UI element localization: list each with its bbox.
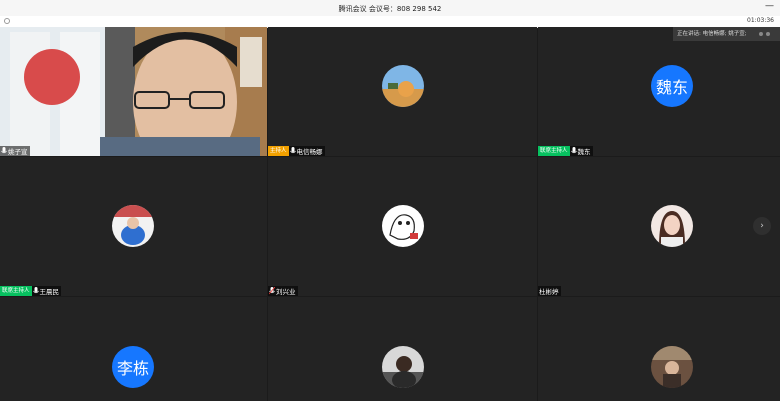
speaking-indicator-text: 正在讲话: 电信畅娜; 姚子宣; bbox=[677, 31, 747, 37]
participant-name: 刘兴业 bbox=[276, 288, 296, 296]
minimize-button[interactable]: — bbox=[765, 1, 774, 11]
network-status-icon[interactable] bbox=[4, 18, 10, 24]
participant-avatar bbox=[651, 205, 693, 247]
meeting-timer: 01:03:36 bbox=[747, 17, 774, 24]
participant-tile[interactable]: 姚子宣 bbox=[0, 27, 267, 156]
participant-name-tag: 杜彬婷 bbox=[538, 286, 561, 296]
participant-tile[interactable]: 魏东 联席主持人 魏东 bbox=[538, 27, 780, 156]
microphone-muted-icon bbox=[269, 287, 275, 295]
participant-tile[interactable]: 杜彬婷 bbox=[538, 157, 780, 296]
cohost-badge: 联席主持人 bbox=[0, 286, 32, 296]
participant-tile[interactable] bbox=[268, 297, 537, 401]
participant-avatar bbox=[382, 65, 424, 107]
participant-name: 电信畅娜 bbox=[296, 148, 323, 156]
video-grid: 姚子宣 主持人 电信畅娜 魏东 联席主持人 魏东 联席主持人 王晨民 刘兴业 杜… bbox=[0, 27, 780, 401]
participant-avatar bbox=[112, 205, 154, 247]
participant-avatar bbox=[382, 346, 424, 388]
participant-name-tag: 刘兴业 bbox=[268, 286, 298, 296]
cohost-badge: 联席主持人 bbox=[538, 146, 570, 156]
participant-tile[interactable]: 李栋 bbox=[0, 297, 267, 401]
speaking-wave-icon bbox=[759, 32, 770, 36]
microphone-icon bbox=[570, 147, 577, 154]
host-badge: 主持人 bbox=[268, 146, 289, 156]
participant-name: 魏东 bbox=[577, 148, 591, 156]
participant-video-feed bbox=[0, 27, 267, 156]
participant-tile[interactable]: 联席主持人 王晨民 bbox=[0, 157, 267, 296]
microphone-icon bbox=[1, 147, 7, 154]
participant-avatar bbox=[651, 346, 693, 388]
participant-name: 王晨民 bbox=[39, 288, 60, 296]
participant-tile[interactable]: 主持人 电信畅娜 bbox=[268, 27, 537, 156]
window-titlebar: 腾讯会议 会议号：808 298 542 — bbox=[0, 0, 780, 16]
participant-name: 杜彬婷 bbox=[539, 288, 559, 296]
participant-name-tag: 联席主持人 魏东 bbox=[538, 146, 593, 156]
participant-name: 姚子宣 bbox=[8, 148, 28, 156]
participant-name-tag: 主持人 电信畅娜 bbox=[268, 146, 325, 156]
next-page-arrow-icon[interactable]: › bbox=[753, 217, 771, 235]
participant-name-tag: 联席主持人 王晨民 bbox=[0, 286, 62, 296]
participant-name-tag: 姚子宣 bbox=[0, 146, 30, 156]
participant-text-avatar: 李栋 bbox=[112, 346, 154, 388]
participant-avatar bbox=[382, 205, 424, 247]
microphone-icon bbox=[32, 287, 39, 294]
microphone-icon bbox=[289, 147, 296, 154]
meeting-title: 腾讯会议 会议号：808 298 542 bbox=[338, 5, 442, 13]
speaking-indicator: 正在讲话: 电信畅娜; 姚子宣; bbox=[673, 27, 780, 41]
participant-tile[interactable]: 刘兴业 bbox=[268, 157, 537, 296]
participant-text-avatar: 魏东 bbox=[651, 65, 693, 107]
participant-tile[interactable] bbox=[538, 297, 780, 401]
